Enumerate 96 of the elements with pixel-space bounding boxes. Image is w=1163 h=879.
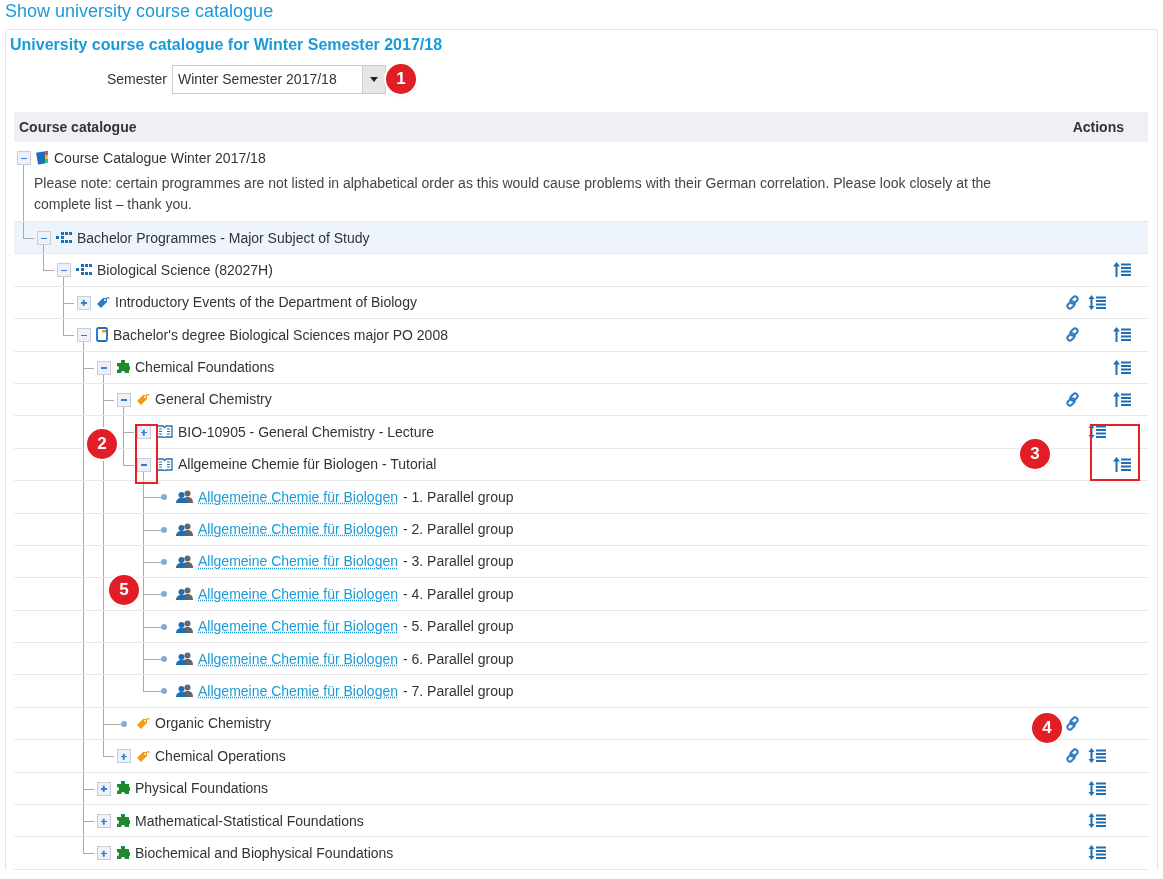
puzzle-icon [116,845,130,860]
course-link[interactable]: Allgemeine Chemie für Biologen [198,650,398,667]
expand-toggle[interactable] [97,846,111,861]
group-label: - 2. Parallel group [403,521,514,537]
node-label: Biochemical and Biophysical Foundations [135,844,394,861]
puzzle-icon [116,360,130,375]
node-label: Bachelor's degree Biological Sciences major PO 2008 [113,326,448,343]
node-label: Biological Science (82027H) [97,261,273,278]
sort-icon[interactable] [1088,780,1107,796]
book-icon [36,150,49,165]
callout-badge: 2 [87,429,117,459]
document-icon [96,327,108,343]
panel-title: University course catalogue for Winter Semester 2017/18 [10,36,444,54]
link-icon[interactable] [1065,391,1080,407]
course-link[interactable]: Allgemeine Chemie für Biologen [198,585,398,602]
catalogue-note: Please note: certain programmes are not listed in alphabetical order as this would cause problems with their German correlation. Please look closely at the complete list – thank you. [34,174,993,214]
expand-toggle[interactable] [137,457,151,472]
sort-icon[interactable] [1088,424,1107,440]
people-icon [176,652,193,666]
node-label: General Chemistry [155,391,272,408]
node-label: Course Catalogue Winter 2017/18 [54,149,266,166]
group-label: - 3. Parallel group [403,553,514,570]
group-label: - 7. Parallel group [403,682,514,699]
node-label: Physical Foundations [135,780,269,797]
link-icon[interactable] [1065,748,1080,764]
group-label: - 6. Parallel group [403,650,514,667]
sort-up-icon[interactable] [1113,391,1132,407]
dots-icon [76,264,92,276]
bullet-icon [161,526,167,533]
callout-badge: 5 [109,575,139,605]
node-label: Allgemeine Chemie für Biologen - Tutorial [178,456,437,473]
puzzle-icon [116,813,130,828]
course-link[interactable]: Allgemeine Chemie für Biologen [198,682,398,699]
bullet-icon [161,558,167,565]
sort-up-icon[interactable] [1113,359,1132,375]
node-label: BIO-10905 - General Chemistry - Lecture [178,423,434,440]
people-icon [176,619,193,633]
course-link[interactable]: Allgemeine Chemie für Biologen [198,521,398,537]
bullet-icon [161,494,167,501]
node-label: Chemical Operations [155,747,286,764]
expand-toggle[interactable] [37,231,51,245]
people-icon [176,522,193,536]
puzzle-icon [116,781,130,796]
expand-toggle[interactable] [57,263,71,278]
people-icon [176,684,193,698]
page-title: Show university course catalogue [4,0,275,23]
group-label: - 1. Parallel group [403,488,514,505]
expand-toggle[interactable] [117,749,131,764]
group-label: - 4. Parallel group [403,585,514,602]
node-label: Introductory Events of the Department of Biology [115,294,417,311]
people-icon [176,554,193,568]
column-header: Course catalogue [19,119,137,135]
open-book-icon [156,425,173,439]
semester-dropdown[interactable]: Winter Semester 2017/18 [171,64,386,94]
bullet-icon [161,656,167,663]
expand-toggle[interactable] [97,814,111,829]
sort-icon[interactable] [1088,294,1107,310]
sort-up-icon[interactable] [1113,262,1132,278]
node-label: Bachelor Programmes - Major Subject of Study [77,229,370,246]
expand-toggle[interactable] [97,781,111,796]
callout-badge: 1 [386,64,416,94]
bullet-icon [121,720,127,727]
course-link[interactable]: Allgemeine Chemie für Biologen [198,618,398,635]
link-icon[interactable] [1065,327,1080,343]
bullet-icon [161,623,167,630]
course-link[interactable]: Allgemeine Chemie für Biologen [198,488,398,505]
course-link[interactable]: Allgemeine Chemie für Biologen [198,553,398,570]
callout-badge: 3 [1020,439,1050,469]
link-icon[interactable] [1065,294,1080,310]
sort-up-icon[interactable] [1113,456,1132,472]
open-book-icon [156,457,173,471]
sort-icon[interactable] [1088,748,1107,764]
dots-icon [56,232,72,243]
people-icon [176,587,193,601]
expand-toggle[interactable] [97,360,111,375]
sort-icon[interactable] [1088,845,1107,861]
callout-badge: 4 [1032,713,1062,743]
expand-toggle[interactable] [17,151,31,165]
group-label: - 5. Parallel group [403,618,514,635]
link-icon[interactable] [1065,715,1080,731]
node-label: Chemical Foundations [135,359,275,376]
expand-toggle[interactable] [77,295,91,310]
people-icon [176,490,193,504]
bullet-icon [161,688,167,695]
caret-icon [369,76,378,82]
column-header: Actions [1072,119,1124,135]
highlight-frame [1090,424,1140,481]
highlight-frame [135,424,158,484]
expand-toggle[interactable] [77,328,91,343]
expand-toggle[interactable] [117,392,131,407]
sort-up-icon[interactable] [1113,327,1132,343]
semester-label: Semester [107,71,167,87]
node-label: Mathematical-Statistical Foundations [135,812,364,829]
node-label: Organic Chemistry [155,715,271,732]
sort-icon[interactable] [1088,813,1107,829]
bullet-icon [161,591,167,598]
